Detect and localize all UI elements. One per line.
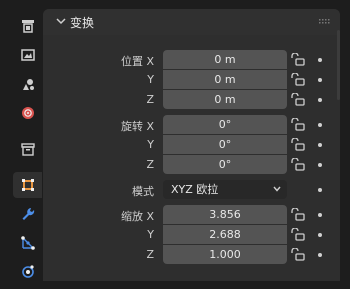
rotation-x-row: 旋转 X 0° (43, 115, 340, 135)
location-y-field[interactable]: 0 m (163, 70, 287, 89)
location-z-row: Z 0 m (43, 90, 340, 110)
tab-physics[interactable] (13, 258, 42, 284)
properties-tab-bar (13, 9, 42, 281)
rotation-z-row: Z 0° (43, 155, 340, 175)
location-z-field[interactable]: 0 m (163, 90, 287, 109)
unlock-icon[interactable] (291, 158, 305, 171)
keyframe-dot-icon[interactable] (318, 233, 322, 237)
rotation-x-field[interactable]: 0° (163, 115, 287, 134)
world-icon (21, 107, 34, 119)
scale-z-label: Z (146, 248, 154, 261)
unlock-icon[interactable] (291, 93, 305, 106)
keyframe-dot-icon[interactable] (318, 213, 322, 217)
rotation-mode-select[interactable]: XYZ 欧拉 (163, 180, 287, 199)
rotation-y-label: Y (147, 138, 154, 151)
rotation-x-label: 旋转 X (120, 120, 154, 133)
keyframe-dot-icon[interactable] (318, 143, 322, 147)
unlock-icon[interactable] (291, 118, 305, 131)
output-icon (22, 79, 34, 90)
keyframe-dot-icon[interactable] (318, 188, 322, 192)
unlock-icon[interactable] (291, 248, 305, 261)
tab-render[interactable] (13, 42, 42, 68)
rotation-y-field[interactable]: 0° (163, 135, 287, 154)
scale-x-row: 缩放 X 3.856 (43, 205, 340, 225)
tool-icon (21, 20, 34, 33)
transform-panel: 变换 位置 X 0 m Y 0 m Z 0 m 旋转 X 0° Y 0° Z 0… (43, 9, 340, 281)
render-icon (20, 49, 35, 61)
rotation-z-field[interactable]: 0° (163, 155, 287, 174)
location-y-row: Y 0 m (43, 70, 340, 90)
scale-y-row: Y 2.688 (43, 225, 340, 245)
rotation-mode-label: 模式 (132, 185, 154, 198)
location-x-field[interactable]: 0 m (163, 50, 287, 69)
scrollbar[interactable] (337, 30, 340, 100)
rotation-mode-row: 模式 XYZ 欧拉 (43, 180, 340, 200)
unlock-icon[interactable] (291, 208, 305, 221)
panel-header[interactable]: 变换 (43, 9, 340, 35)
tab-tool[interactable] (13, 13, 42, 39)
object-icon (21, 179, 34, 191)
unlock-icon[interactable] (291, 138, 305, 151)
tab-output[interactable] (13, 71, 42, 97)
location-z-label: Z (146, 93, 154, 106)
tab-modifier[interactable] (13, 201, 42, 227)
keyframe-dot-icon[interactable] (318, 78, 322, 82)
keyframe-dot-icon[interactable] (318, 163, 322, 167)
scale-x-label: 缩放 X (120, 210, 154, 223)
drag-handle-icon[interactable] (319, 19, 331, 25)
keyframe-dot-icon[interactable] (318, 123, 322, 127)
location-x-label: 位置 X (120, 55, 154, 68)
modifier-icon (22, 208, 34, 220)
panel-title: 变换 (70, 16, 95, 30)
unlock-icon[interactable] (291, 73, 305, 86)
physics-icon (21, 265, 34, 278)
location-x-row: 位置 X 0 m (43, 50, 340, 70)
location-y-label: Y (147, 73, 154, 86)
tab-object[interactable] (13, 172, 42, 198)
rotation-mode-value: XYZ 欧拉 (171, 183, 219, 196)
collection-icon (20, 143, 35, 156)
tab-world[interactable] (13, 100, 42, 126)
scale-x-field[interactable]: 3.856 (163, 205, 287, 224)
scale-z-field[interactable]: 1.000 (163, 245, 287, 264)
scale-y-label: Y (147, 228, 154, 241)
chevron-down-icon (273, 186, 281, 192)
particles-icon (20, 236, 35, 250)
tab-collection[interactable] (13, 136, 42, 162)
tab-particles[interactable] (13, 230, 42, 256)
keyframe-dot-icon[interactable] (318, 98, 322, 102)
unlock-icon[interactable] (291, 228, 305, 241)
scale-z-row: Z 1.000 (43, 245, 340, 265)
rotation-z-label: Z (146, 158, 154, 171)
rotation-y-row: Y 0° (43, 135, 340, 155)
keyframe-dot-icon[interactable] (318, 253, 322, 257)
chevron-down-icon[interactable] (56, 17, 66, 25)
unlock-icon[interactable] (291, 53, 305, 66)
keyframe-dot-icon[interactable] (318, 58, 322, 62)
scale-y-field[interactable]: 2.688 (163, 225, 287, 244)
